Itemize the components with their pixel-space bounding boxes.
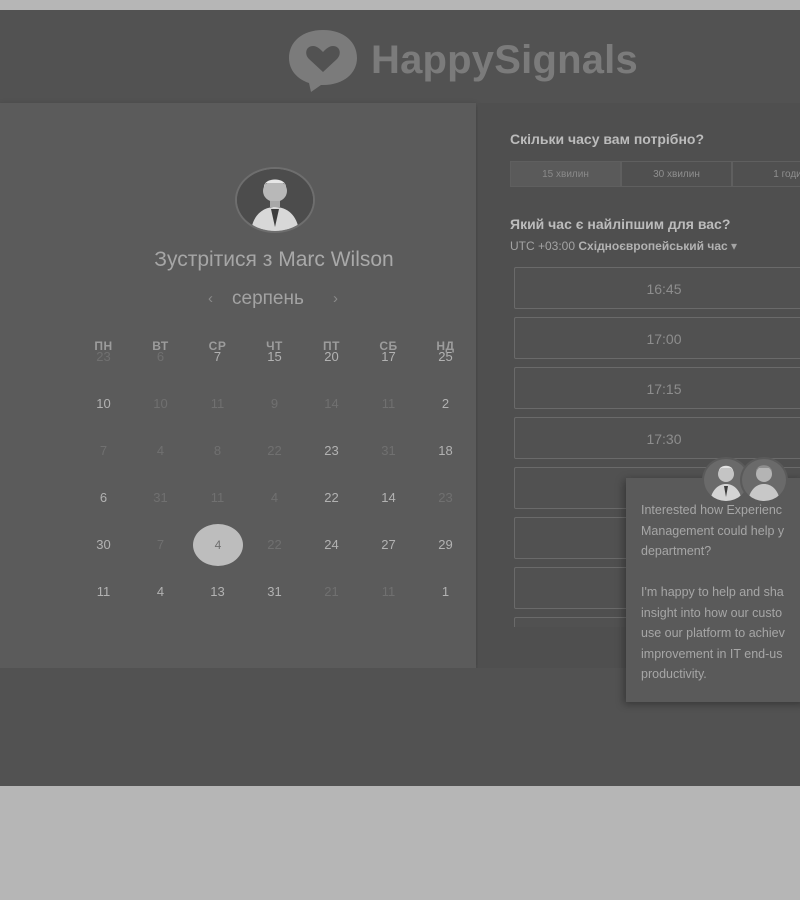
calendar-day[interactable]: 9 bbox=[246, 396, 303, 411]
time-slot[interactable]: 16:45 bbox=[514, 267, 800, 309]
month-navigation: ‹ серпень › bbox=[200, 288, 350, 314]
host-avatar bbox=[235, 167, 315, 233]
calendar-day[interactable]: 11 bbox=[360, 396, 417, 411]
calendar-day[interactable]: 21 bbox=[303, 584, 360, 599]
time-slot[interactable]: 17:30 bbox=[514, 417, 800, 459]
time-question: Який час є найліпшим для вас? bbox=[510, 216, 731, 232]
calendar-day[interactable]: 14 bbox=[303, 396, 360, 411]
calendar-week: 6 31 11 4 22 14 23 bbox=[75, 490, 475, 510]
calendar-day[interactable]: 22 bbox=[246, 537, 303, 552]
brand-name: HappySignals bbox=[371, 37, 638, 82]
calendar-day[interactable]: 13 bbox=[189, 584, 246, 599]
calendar-day[interactable]: 22 bbox=[246, 443, 303, 458]
duration-question: Скільки часу вам потрібно? bbox=[510, 131, 705, 147]
calendar-day[interactable]: 14 bbox=[360, 490, 417, 505]
calendar-week: 30 7 4 22 24 27 29 bbox=[75, 524, 475, 566]
agent-avatar bbox=[740, 457, 788, 503]
calendar-day[interactable]: 31 bbox=[360, 443, 417, 458]
calendar-day[interactable]: 17 bbox=[360, 349, 417, 364]
heart-chat-icon bbox=[289, 30, 357, 92]
timezone-selector[interactable]: UTC +03:00 Східноєвропейський час ▾ bbox=[510, 239, 737, 253]
time-slot[interactable]: 17:00 bbox=[514, 317, 800, 359]
calendar-day[interactable]: 7 bbox=[189, 349, 246, 364]
duration-option[interactable]: 15 хвилин bbox=[510, 161, 621, 187]
duration-option[interactable]: 30 хвилин bbox=[621, 161, 732, 187]
calendar-day[interactable]: 10 bbox=[75, 396, 132, 411]
time-slot[interactable]: 17:15 bbox=[514, 367, 800, 409]
timezone-offset: UTC +03:00 bbox=[510, 239, 576, 253]
timezone-name: Східноєвропейський час bbox=[578, 239, 728, 253]
calendar-grid: ПН ВТ СР ЧТ ПТ СБ НД 23 6 7 15 20 17 25 10 10 11 9… bbox=[75, 339, 475, 599]
calendar-day[interactable]: 20 bbox=[303, 349, 360, 364]
calendar-day[interactable]: 8 bbox=[189, 443, 246, 458]
calendar-day[interactable]: 11 bbox=[75, 584, 132, 599]
calendar-day[interactable]: 1 bbox=[417, 584, 474, 599]
duration-selector: 15 хвилин 30 хвилин 1 годи bbox=[510, 161, 800, 187]
month-label: серпень bbox=[232, 288, 304, 309]
calendar-day[interactable]: 29 bbox=[417, 537, 474, 552]
calendar-day[interactable]: 23 bbox=[417, 490, 474, 505]
chat-avatars bbox=[702, 457, 800, 503]
calendar-day[interactable]: 30 bbox=[75, 537, 132, 552]
calendar-day[interactable]: 15 bbox=[246, 349, 303, 364]
calendar-day[interactable]: 23 bbox=[75, 349, 132, 364]
calendar-day[interactable]: 10 bbox=[132, 396, 189, 411]
meeting-title-prefix: Зустрітися з bbox=[154, 248, 273, 271]
calendar-day[interactable]: 18 bbox=[417, 443, 474, 458]
meeting-title: Зустрітися з Marc Wilson bbox=[0, 248, 548, 272]
duration-option[interactable]: 1 годи bbox=[732, 161, 800, 187]
calendar-day[interactable]: 24 bbox=[303, 537, 360, 552]
calendar-day[interactable]: 31 bbox=[132, 490, 189, 505]
calendar-week: 10 10 11 9 14 11 2 bbox=[75, 396, 475, 416]
top-strip bbox=[0, 0, 800, 10]
calendar-day[interactable]: 6 bbox=[132, 349, 189, 364]
chevron-left-icon[interactable]: ‹ bbox=[208, 290, 213, 307]
chevron-right-icon[interactable]: › bbox=[333, 290, 338, 307]
calendar-day[interactable]: 4 bbox=[132, 443, 189, 458]
calendar-day[interactable]: 2 bbox=[417, 396, 474, 411]
chat-popup[interactable]: Interested how Experienc Management coul… bbox=[626, 478, 800, 702]
calendar-day[interactable]: 4 bbox=[132, 584, 189, 599]
calendar-day[interactable]: 11 bbox=[189, 490, 246, 505]
host-name: Marc Wilson bbox=[278, 248, 394, 271]
calendar-day[interactable]: 27 bbox=[360, 537, 417, 552]
chat-message: Interested how Experienc Management coul… bbox=[641, 503, 785, 681]
brand-logo: HappySignals bbox=[285, 24, 638, 96]
calendar-day[interactable]: 7 bbox=[132, 537, 189, 552]
calendar-day[interactable]: 6 bbox=[75, 490, 132, 505]
calendar-week: 7 4 8 22 23 31 18 bbox=[75, 443, 475, 463]
calendar-day[interactable]: 11 bbox=[189, 396, 246, 411]
calendar-day-selected[interactable]: 4 bbox=[193, 524, 243, 566]
calendar-day[interactable]: 7 bbox=[75, 443, 132, 458]
calendar-day[interactable]: 23 bbox=[303, 443, 360, 458]
calendar-week: 11 4 13 31 21 11 1 bbox=[75, 584, 475, 604]
calendar-panel: Зустрітися з Marc Wilson ‹ серпень › ПН … bbox=[0, 103, 476, 668]
calendar-day[interactable]: 25 bbox=[417, 349, 474, 364]
calendar-day[interactable]: 11 bbox=[360, 584, 417, 599]
calendar-day[interactable]: 31 bbox=[246, 584, 303, 599]
chevron-down-icon: ▾ bbox=[731, 239, 738, 253]
calendar-day[interactable]: 4 bbox=[246, 490, 303, 505]
calendar-week: 23 6 7 15 20 17 25 bbox=[75, 349, 475, 369]
calendar-day[interactable]: 22 bbox=[303, 490, 360, 505]
